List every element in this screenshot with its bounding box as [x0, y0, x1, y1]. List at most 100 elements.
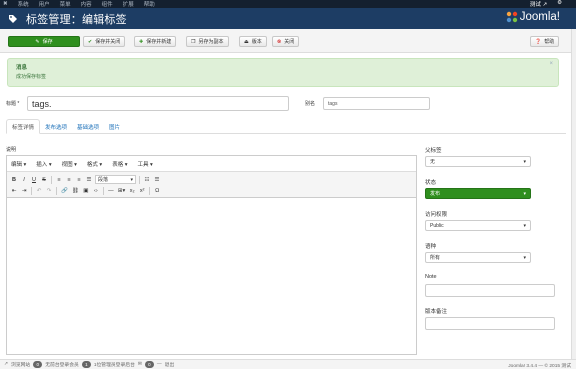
bold-icon[interactable]: B	[10, 175, 18, 184]
envelope-icon: ✉	[137, 362, 142, 367]
joomla-logo-icon	[506, 11, 517, 23]
editor-menu-tools[interactable]: 工具 ▾	[137, 160, 152, 168]
editor-menu-table[interactable]: 表格 ▾	[112, 160, 127, 168]
separator	[31, 186, 32, 195]
editor-menu-insert[interactable]: 插入 ▾	[36, 160, 51, 168]
caret-down-icon: ▾	[523, 158, 526, 165]
outdent-icon[interactable]: ⇤	[10, 186, 18, 195]
save-new-button[interactable]: ✚ 保存并新建	[134, 36, 177, 47]
parent-label: 父标签	[425, 148, 442, 154]
joomla-menu-icon[interactable]: ✖	[3, 1, 8, 7]
language-select[interactable]: 所有 ▾	[425, 252, 531, 263]
underline-icon[interactable]: U	[30, 175, 38, 184]
align-right-icon[interactable]: ≡	[75, 175, 83, 184]
caret-down-icon: ▾	[130, 176, 133, 183]
table-icon[interactable]: ⊞▾	[117, 186, 126, 195]
bullet-list-icon[interactable]: ☷	[143, 175, 151, 184]
editor-menu-format[interactable]: 格式 ▾	[87, 160, 102, 168]
menu-menus[interactable]: 菜单	[60, 0, 71, 8]
gear-icon[interactable]: ⚙	[557, 0, 562, 8]
editor-menu-edit[interactable]: 编辑 ▾	[11, 160, 26, 168]
redo-icon[interactable]: ↷	[45, 186, 53, 195]
align-left-icon[interactable]: ≡	[55, 175, 63, 184]
menu-system[interactable]: 系统	[18, 0, 29, 8]
tab-details[interactable]: 标签详情	[6, 119, 41, 134]
save-close-button[interactable]: ✔ 保存并关闭	[83, 36, 126, 47]
menu-content[interactable]: 内容	[81, 0, 92, 8]
menu-components[interactable]: 组件	[102, 0, 113, 8]
version-note-input[interactable]	[425, 317, 555, 330]
view-site-link[interactable]: 浏览网站	[11, 361, 30, 368]
italic-icon[interactable]: I	[20, 175, 28, 184]
editor-toolbar: B I U S ≡ ≡ ≡ ☰ 段落 ▾ ☷ ☰ ⇤ ⇥ ↶ ↷ 🔗 ⛓ ▣ ‹…	[7, 172, 416, 198]
scrollbar[interactable]	[571, 29, 576, 359]
language-label: 语种	[425, 244, 437, 250]
logout-link[interactable]: 退出	[165, 361, 175, 368]
version-note-label: 版本备注	[425, 309, 448, 315]
description-editor: 编辑 ▾ 插入 ▾ 视图 ▾ 格式 ▾ 表格 ▾ 工具 ▾ B I U S ≡ …	[6, 155, 417, 355]
note-input[interactable]	[425, 284, 555, 297]
editor-content-area[interactable]	[7, 198, 416, 354]
top-menu-bar: ✖ 系统 用户 菜单 内容 组件 扩展 帮助 测试 ↗ ⚙	[0, 0, 576, 8]
image-icon[interactable]: ▣	[82, 186, 90, 195]
help-button[interactable]: ❓ 帮助	[530, 36, 560, 47]
admins-count-badge: 1	[81, 361, 91, 368]
status-select[interactable]: 发布 ▾	[425, 188, 531, 199]
versions-button[interactable]: ⏏ 版本	[239, 36, 267, 47]
unlink-icon[interactable]: ⛓	[71, 186, 80, 195]
title-input[interactable]: tags.	[27, 96, 289, 111]
joomla-logo: Joomla!	[506, 11, 560, 23]
menu-users[interactable]: 用户	[39, 0, 50, 8]
close-icon: ⊗	[277, 38, 282, 45]
editor-menu-view[interactable]: 视图 ▾	[62, 160, 77, 168]
visitors-label: 无前台登录会员	[45, 363, 79, 368]
separator	[139, 175, 140, 184]
strikethrough-icon[interactable]: S	[40, 175, 48, 184]
separator	[56, 186, 57, 195]
editor-menubar: 编辑 ▾ 插入 ▾ 视图 ▾ 格式 ▾ 表格 ▾ 工具 ▾	[7, 156, 416, 172]
parent-select[interactable]: 无 ▾	[425, 156, 531, 167]
user-menu[interactable]: 测试 ↗	[530, 0, 547, 8]
menu-extensions[interactable]: 扩展	[123, 0, 134, 8]
close-button[interactable]: ⊗ 关闭	[272, 36, 300, 47]
copy-icon: ❐	[191, 38, 196, 45]
numbered-list-icon[interactable]: ☰	[153, 175, 161, 184]
horizontal-rule-icon[interactable]: —	[107, 186, 115, 195]
menu-help[interactable]: 帮助	[144, 0, 155, 8]
access-label: 访问权限	[425, 212, 448, 218]
separator	[102, 186, 104, 195]
save-button[interactable]: ✎ 保存	[8, 36, 80, 47]
indent-icon[interactable]: ⇥	[20, 186, 28, 195]
paragraph-format-select[interactable]: 段落 ▾	[95, 175, 136, 184]
form-tabs: 标签详情 发布选项 基础选项 图片	[6, 119, 566, 134]
superscript-icon[interactable]: x²	[138, 186, 146, 195]
special-character-icon[interactable]: Ω	[153, 186, 161, 195]
tag-icon	[8, 14, 18, 24]
link-icon[interactable]: 🔗	[60, 186, 69, 195]
align-justify-icon[interactable]: ☰	[85, 175, 93, 184]
close-icon[interactable]: ×	[549, 61, 553, 67]
caret-down-icon: ▾	[523, 190, 526, 197]
external-link-icon: ↗	[4, 362, 9, 367]
minus-icon: —	[156, 362, 162, 367]
save-copy-button[interactable]: ❐ 另存为副本	[186, 36, 229, 47]
align-center-icon[interactable]: ≡	[65, 175, 73, 184]
tab-options[interactable]: 基础选项	[72, 119, 104, 134]
undo-icon[interactable]: ↶	[35, 186, 43, 195]
page-title: 标签管理：编辑标签	[26, 13, 127, 26]
code-icon[interactable]: ‹›	[92, 186, 100, 195]
archive-icon: ⏏	[244, 38, 249, 45]
success-alert: 消息 成功保存标签 ×	[7, 58, 559, 87]
copyright: Joomla! 3.4.4 — © 2015 测试	[508, 364, 571, 369]
subscript-icon[interactable]: x₂	[128, 186, 136, 195]
tab-publishing[interactable]: 发布选项	[40, 119, 72, 134]
alert-heading: 消息	[16, 65, 28, 71]
messages-count-badge: 0	[144, 361, 154, 368]
alias-input[interactable]: tags	[323, 97, 430, 110]
status-label: 状态	[425, 180, 437, 186]
access-select[interactable]: Public ▾	[425, 220, 531, 231]
caret-down-icon: ▾	[523, 254, 526, 261]
edit-icon: ✎	[35, 38, 40, 45]
description-label: 说明	[6, 147, 17, 153]
tab-images[interactable]: 图片	[104, 119, 125, 134]
